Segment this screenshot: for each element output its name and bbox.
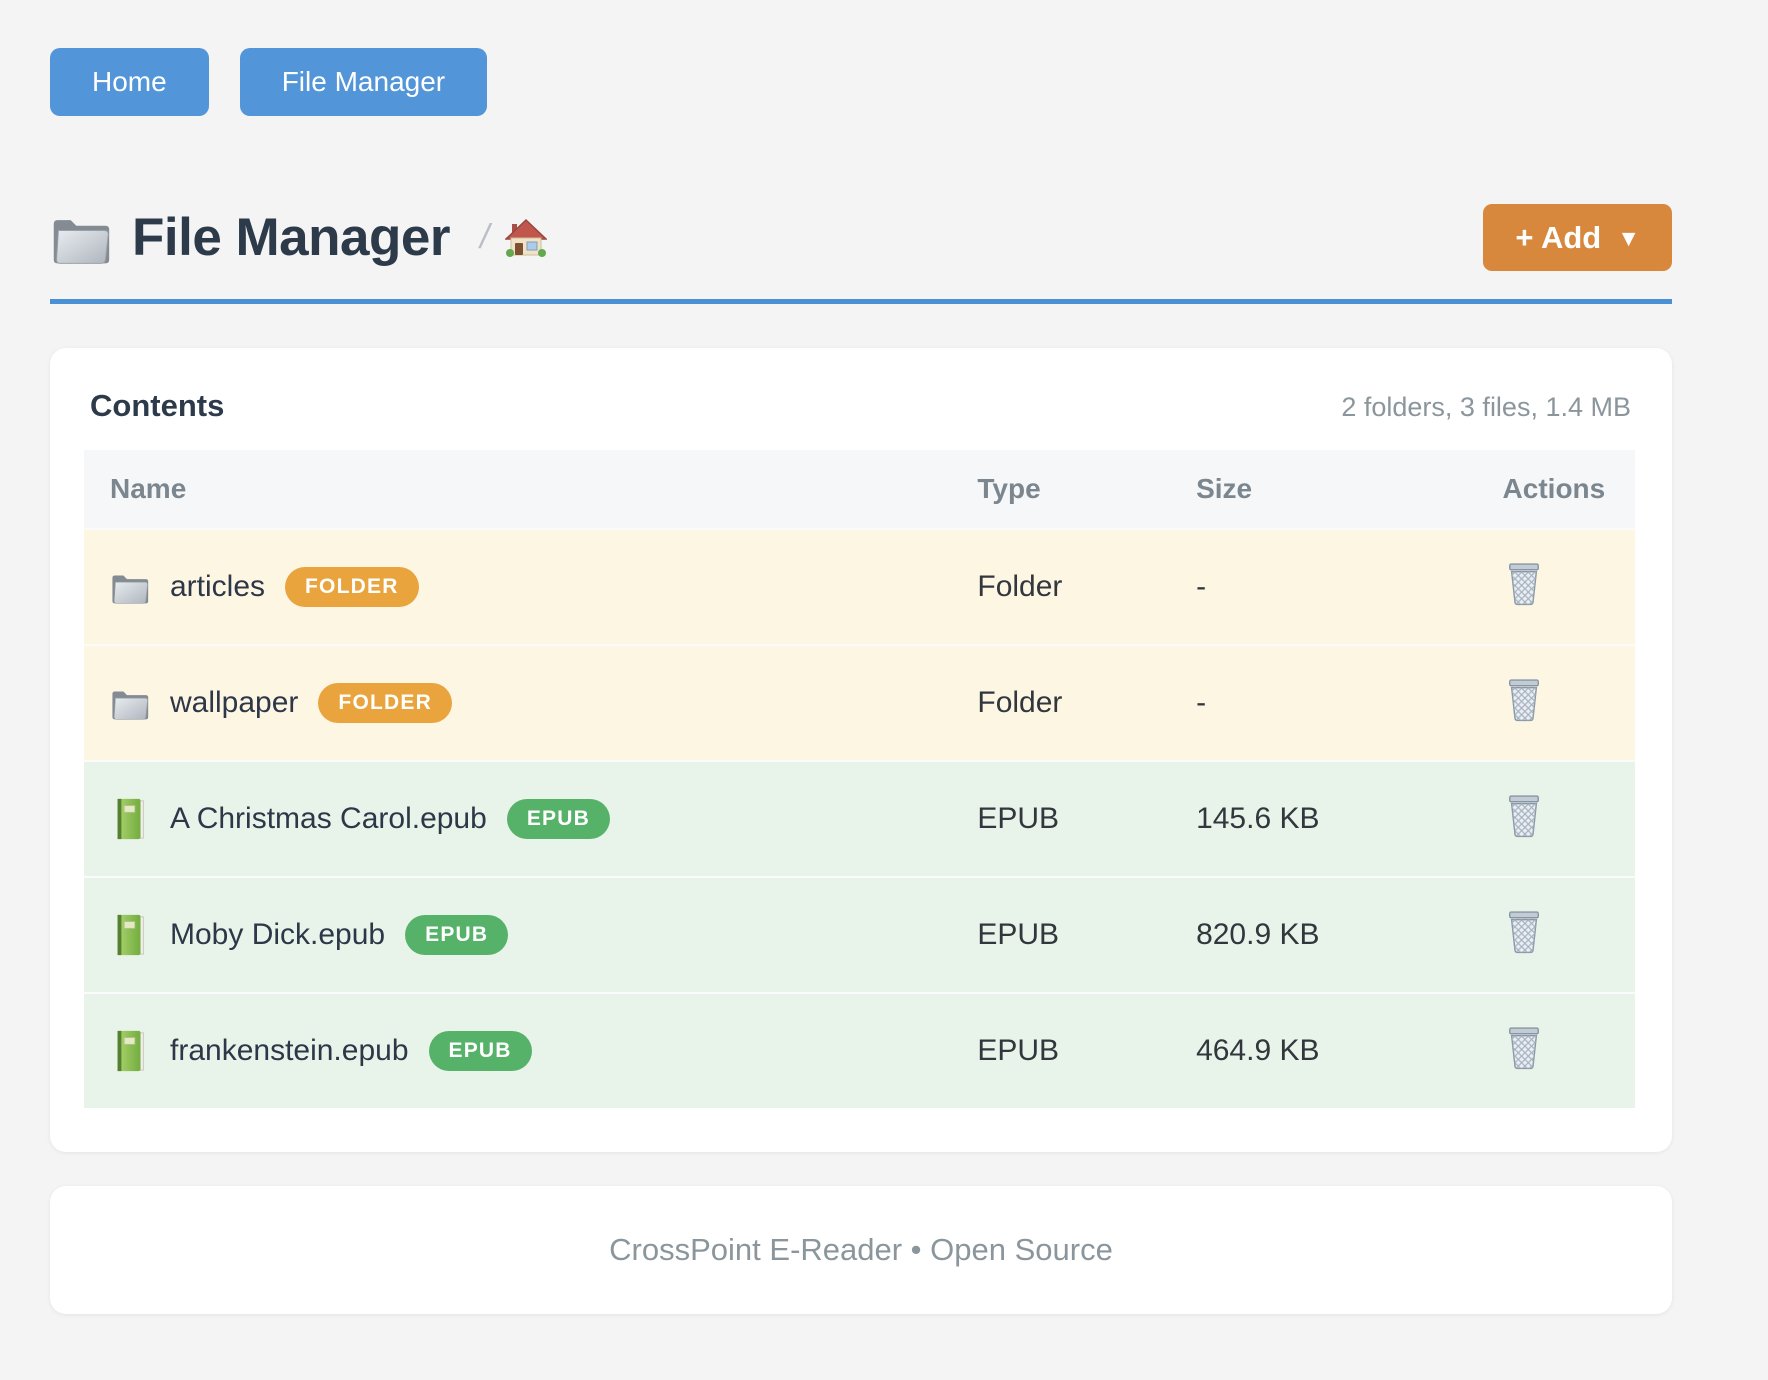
file-name[interactable]: wallpaper: [170, 686, 298, 720]
file-type: Folder: [977, 645, 1196, 761]
folder-icon: [50, 211, 112, 265]
delete-button[interactable]: [1503, 560, 1545, 608]
add-button-label: + Add: [1515, 222, 1601, 253]
folder-icon: [110, 570, 150, 604]
nav-home-button[interactable]: Home: [50, 48, 209, 116]
file-badge: EPUB: [507, 799, 610, 839]
delete-button[interactable]: [1503, 908, 1545, 956]
file-badge: FOLDER: [318, 683, 452, 723]
column-header-actions: Actions: [1485, 450, 1635, 529]
row-type-icon: [110, 686, 150, 720]
column-header-name: Name: [84, 450, 977, 529]
column-header-type: Type: [977, 450, 1196, 529]
file-name[interactable]: frankenstein.epub: [170, 1034, 409, 1068]
file-size: -: [1196, 645, 1484, 761]
title-group: File Manager /: [50, 207, 547, 268]
breadcrumb: /: [480, 218, 547, 258]
delete-button[interactable]: [1503, 1024, 1545, 1072]
folder-icon: [110, 686, 150, 720]
table-row[interactable]: A Christmas Carol.epub EPUB EPUB 145.6 K…: [84, 761, 1635, 877]
table-row[interactable]: wallpaper FOLDER Folder -: [84, 645, 1635, 761]
footer: CrossPoint E-Reader • Open Source: [50, 1186, 1672, 1314]
file-size: 820.9 KB: [1196, 877, 1484, 993]
file-badge: EPUB: [405, 915, 508, 955]
file-size: 464.9 KB: [1196, 993, 1484, 1108]
footer-text: CrossPoint E-Reader • Open Source: [609, 1232, 1113, 1267]
delete-button[interactable]: [1503, 792, 1545, 840]
file-size: -: [1196, 529, 1484, 645]
file-badge: EPUB: [429, 1031, 532, 1071]
add-button[interactable]: + Add ▼: [1483, 204, 1672, 271]
trash-icon: [1505, 1026, 1543, 1070]
file-size: 145.6 KB: [1196, 761, 1484, 877]
page-header: File Manager / + Add ▼: [50, 204, 1672, 271]
card-header: Contents 2 folders, 3 files, 1.4 MB: [90, 388, 1631, 424]
nav-file-manager-button[interactable]: File Manager: [240, 48, 487, 116]
breadcrumb-separator: /: [480, 218, 489, 257]
file-name[interactable]: articles: [170, 570, 265, 604]
contents-card: Contents 2 folders, 3 files, 1.4 MB Name…: [50, 348, 1672, 1152]
row-type-icon: [110, 1029, 150, 1073]
top-nav: Home File Manager: [50, 48, 1672, 116]
card-title: Contents: [90, 388, 224, 424]
table-row[interactable]: Moby Dick.epub EPUB EPUB 820.9 KB: [84, 877, 1635, 993]
file-type: EPUB: [977, 993, 1196, 1108]
file-table-header: Name Type Size Actions: [84, 450, 1635, 529]
row-type-icon: [110, 797, 150, 841]
file-type: Folder: [977, 529, 1196, 645]
table-row[interactable]: articles FOLDER Folder -: [84, 529, 1635, 645]
file-table: Name Type Size Actions articles FOLDER F…: [84, 450, 1635, 1108]
contents-summary: 2 folders, 3 files, 1.4 MB: [1341, 392, 1631, 423]
row-type-icon: [110, 570, 150, 604]
file-table-body: articles FOLDER Folder - wallpaper F: [84, 529, 1635, 1108]
table-row[interactable]: frankenstein.epub EPUB EPUB 464.9 KB: [84, 993, 1635, 1108]
accent-divider: [50, 299, 1672, 304]
trash-icon: [1505, 910, 1543, 954]
file-name[interactable]: Moby Dick.epub: [170, 918, 385, 952]
file-badge: FOLDER: [285, 567, 419, 607]
file-type: EPUB: [977, 877, 1196, 993]
trash-icon: [1505, 794, 1543, 838]
book-icon: [112, 797, 148, 841]
trash-icon: [1505, 562, 1543, 606]
file-name[interactable]: A Christmas Carol.epub: [170, 802, 487, 836]
book-icon: [112, 913, 148, 957]
home-icon[interactable]: [505, 218, 547, 258]
chevron-down-icon: ▼: [1617, 227, 1640, 250]
delete-button[interactable]: [1503, 676, 1545, 724]
row-type-icon: [110, 913, 150, 957]
file-type: EPUB: [977, 761, 1196, 877]
column-header-size: Size: [1196, 450, 1484, 529]
trash-icon: [1505, 678, 1543, 722]
book-icon: [112, 1029, 148, 1073]
page: Home File Manager File Manager /: [50, 0, 1672, 1314]
page-title: File Manager: [132, 207, 450, 268]
